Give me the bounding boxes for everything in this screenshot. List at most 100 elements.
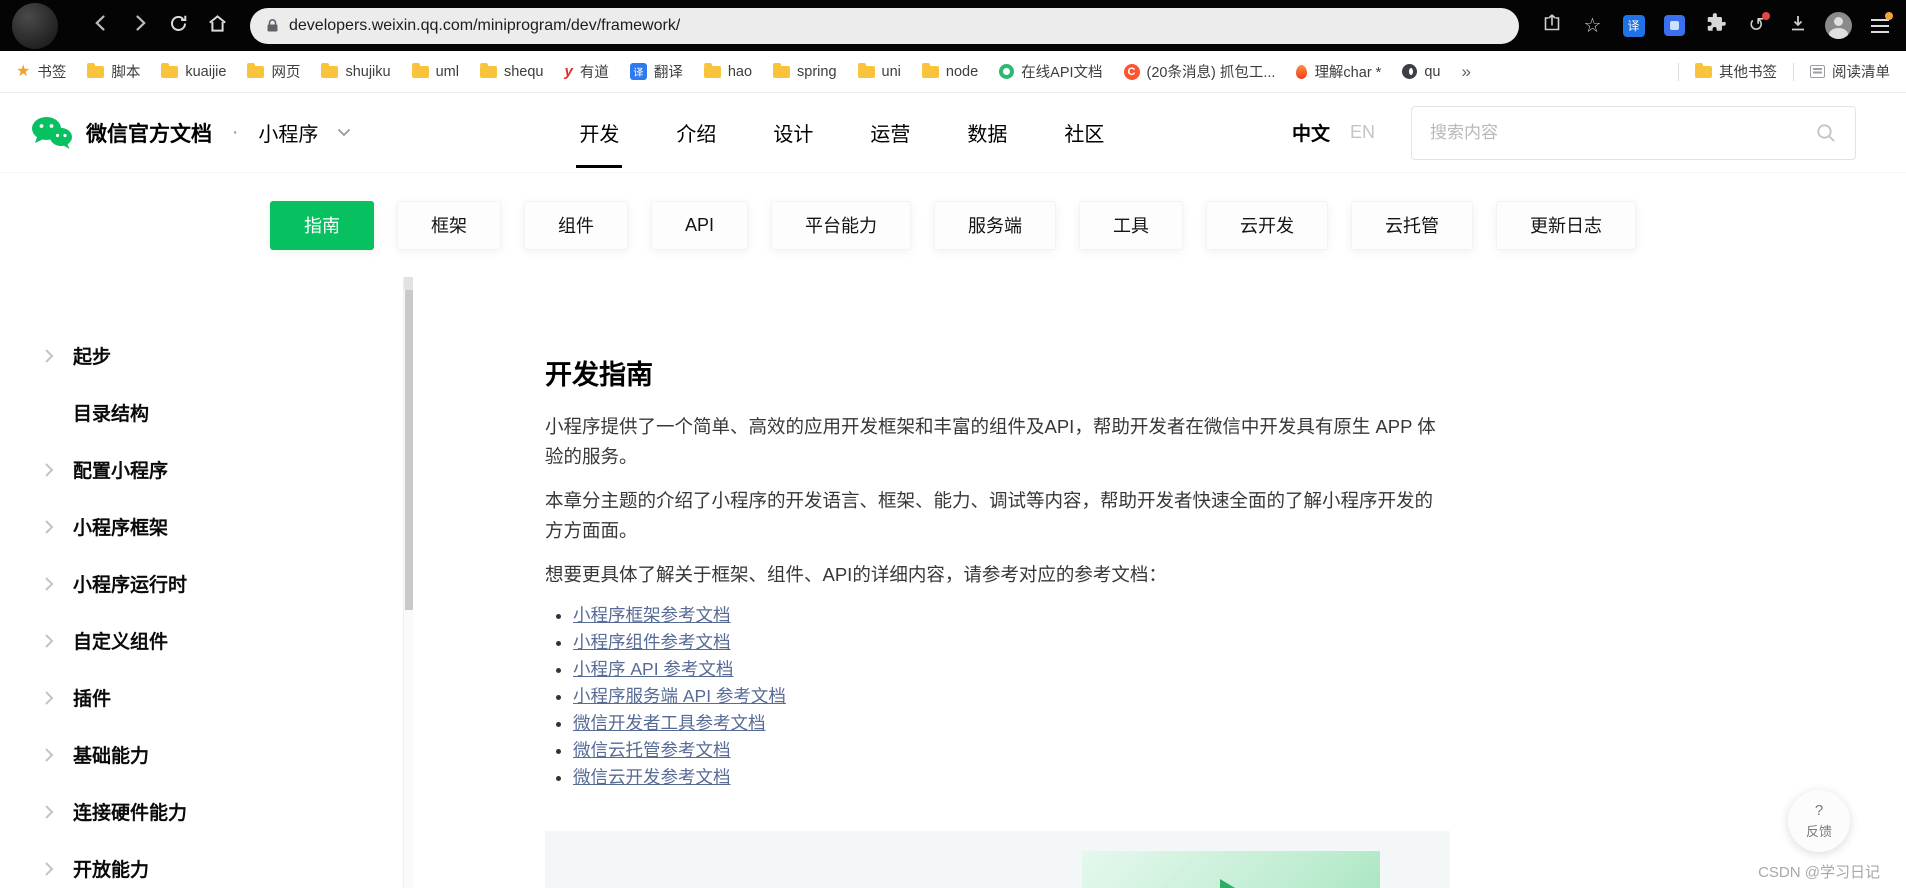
bookmark-label: 在线API文档 [1021,61,1102,82]
sidebar-item-configuration[interactable]: 配置小程序 [0,441,413,498]
api-docs-icon [999,64,1014,79]
share-button[interactable] [1533,8,1570,43]
bookmark-item[interactable]: 理解char * [1296,61,1381,82]
tab-changelog[interactable]: 更新日志 [1496,201,1636,250]
bookmark-item[interactable]: hao [704,64,752,80]
link-cloud-dev-reference[interactable]: 微信云开发参考文档 [573,767,731,787]
bookmark-item[interactable]: kuaijie [161,64,226,80]
nav-item-develop[interactable]: 开发 [579,118,619,147]
link-framework-reference[interactable]: 小程序框架参考文档 [573,605,731,625]
browser-avatar-button[interactable] [1820,8,1857,43]
chevron-down-icon[interactable] [337,128,351,137]
tab-component[interactable]: 组件 [524,201,628,250]
link-server-api-reference[interactable]: 小程序服务端 API 参考文档 [573,686,786,706]
sidebar-item-runtime[interactable]: 小程序运行时 [0,555,413,612]
lang-zh-button[interactable]: 中文 [1292,119,1330,146]
product-name[interactable]: 小程序 [258,118,318,147]
feedback-button[interactable]: ? 反馈 [1788,790,1850,852]
bookmark-item[interactable]: 在线API文档 [999,61,1102,82]
divider [1793,63,1794,81]
folder-icon [773,66,790,78]
scroll-up-button[interactable] [404,277,413,290]
tab-guide[interactable]: 指南 [270,201,374,250]
password-extension-button[interactable] [1656,8,1693,43]
nav-item-community[interactable]: 社区 [1064,118,1104,147]
downloads-button[interactable] [1779,8,1816,43]
bookmark-label: 理解char * [1314,61,1381,82]
star-icon: ★ [16,64,30,80]
nav-item-data[interactable]: 数据 [967,118,1007,147]
favorite-button[interactable]: ☆ [1574,8,1611,43]
link-api-reference[interactable]: 小程序 API 参考文档 [573,659,733,679]
bookmark-item[interactable]: uml [412,64,459,80]
tab-cloud-dev[interactable]: 云开发 [1206,201,1328,250]
folder-icon [704,66,721,78]
scrollbar-thumb[interactable] [405,290,413,610]
sidebar-item-custom-component[interactable]: 自定义组件 [0,612,413,669]
search-box[interactable] [1411,106,1856,160]
link-component-reference[interactable]: 小程序组件参考文档 [573,632,731,652]
sidebar-item-directory-structure[interactable]: 目录结构 [0,384,413,441]
sidebar-item-framework[interactable]: 小程序框架 [0,498,413,555]
link-cloud-host-reference[interactable]: 微信云托管参考文档 [573,740,731,760]
tab-platform[interactable]: 平台能力 [771,201,911,250]
sidebar-item-open-ability[interactable]: 开放能力 [0,840,413,888]
bookmark-label: qu [1424,64,1440,80]
tab-api[interactable]: API [651,201,748,250]
nav-item-intro[interactable]: 介绍 [676,118,716,147]
chevron-right-icon [44,462,56,478]
bookmark-item[interactable]: uni [858,64,901,80]
sidebar-scrollbar[interactable] [403,277,413,888]
address-bar[interactable]: developers.weixin.qq.com/miniprogram/dev… [250,8,1519,44]
url-text[interactable]: developers.weixin.qq.com/miniprogram/dev… [289,17,680,35]
home-button[interactable] [199,7,236,44]
sidebar-item-getting-started[interactable]: 起步 [0,327,413,384]
site-logo[interactable]: 微信官方文档 · 小程序 [30,115,351,151]
reading-list-button[interactable]: 阅读清单 [1810,61,1890,82]
bookmark-label: shequ [504,64,544,80]
forward-button[interactable] [121,7,158,44]
bookmark-item[interactable]: shequ [480,64,544,80]
bookmark-item[interactable]: ★书签 [16,61,66,82]
bookmark-item[interactable]: 译翻译 [630,61,683,82]
browser-profile-picture[interactable] [12,3,58,49]
puzzle-icon [1705,12,1727,39]
tab-cloud-host[interactable]: 云托管 [1351,201,1473,250]
translate-extension-button[interactable]: 译 [1615,8,1652,43]
sidebar-item-label: 目录结构 [73,399,149,426]
lang-en-button[interactable]: EN [1350,122,1375,143]
history-sync-button[interactable]: ↺ [1738,8,1775,43]
play-icon[interactable] [1220,879,1250,888]
tab-framework[interactable]: 框架 [397,201,501,250]
qu-icon [1402,64,1417,79]
bookmark-item[interactable]: qu [1402,64,1440,80]
extensions-button[interactable] [1697,8,1734,43]
tab-server[interactable]: 服务端 [934,201,1056,250]
browser-menu-button[interactable] [1861,8,1898,43]
refresh-button[interactable] [160,7,197,44]
star-outline-icon: ☆ [1584,16,1602,36]
video-thumbnail[interactable] [1082,851,1380,888]
bookmark-item[interactable]: shujiku [321,64,390,80]
bookmark-item[interactable]: 脚本 [87,61,140,82]
bookmark-item[interactable]: node [922,64,978,80]
nav-item-operation[interactable]: 运营 [870,118,910,147]
back-button[interactable] [82,7,119,44]
sidebar-item-hardware[interactable]: 连接硬件能力 [0,783,413,840]
watermark: CSDN @学习日记 [1758,861,1880,882]
bookmark-item[interactable]: y有道 [564,61,608,82]
bookmark-item[interactable]: 网页 [247,61,300,82]
nav-item-design[interactable]: 设计 [773,118,813,147]
bookmark-item[interactable]: spring [773,64,837,80]
search-input[interactable] [1430,123,1815,143]
reading-list-label: 阅读清单 [1832,61,1890,82]
search-icon[interactable] [1815,122,1837,144]
feedback-label: 反馈 [1806,821,1832,840]
tab-tools[interactable]: 工具 [1079,201,1183,250]
bookmark-item[interactable]: C(20条消息) 抓包工... [1124,61,1276,82]
link-devtools-reference[interactable]: 微信开发者工具参考文档 [573,713,766,733]
other-bookmarks-button[interactable]: 其他书签 [1695,61,1777,82]
sidebar-item-basic-ability[interactable]: 基础能力 [0,726,413,783]
bookmarks-overflow-button[interactable]: » [1461,62,1470,82]
sidebar-item-plugin[interactable]: 插件 [0,669,413,726]
